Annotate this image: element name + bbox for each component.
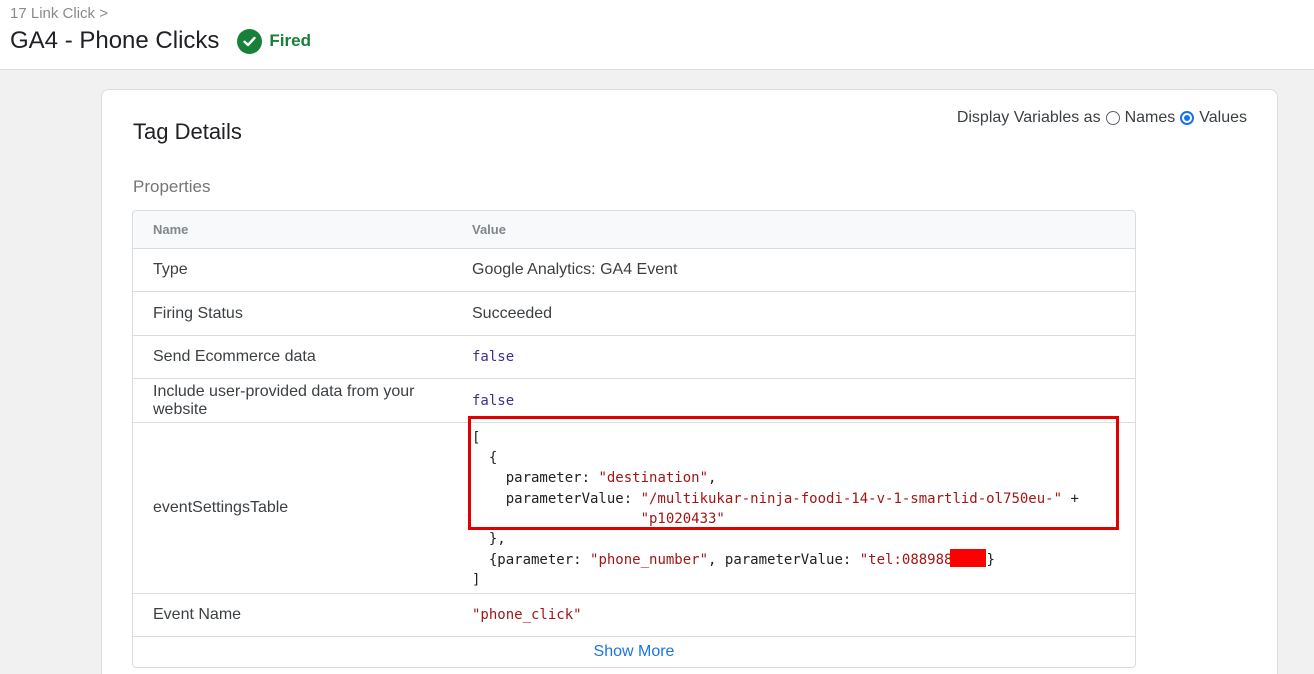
code-string: "/multikukar-ninja-foodi-14-v-1-smartlid… [640, 490, 1063, 507]
code-string: "phone_number" [590, 552, 709, 569]
code-string: "tel:088988 [859, 552, 953, 569]
row-value: Google Analytics: GA4 Event [472, 261, 678, 278]
table-row: Firing Status Succeeded [133, 292, 1135, 336]
header: 17 Link Click > GA4 - Phone Clicks Fired [0, 0, 1314, 70]
display-variables-toggle: Display Variables as Names Values [957, 109, 1247, 127]
code-punct: + [1062, 490, 1079, 507]
check-circle-icon [237, 28, 263, 54]
table-header: Name Value [133, 211, 1135, 249]
table-row: Send Ecommerce data false [133, 336, 1135, 379]
code-key: parameter: [472, 470, 599, 487]
section-label-properties: Properties [133, 177, 211, 196]
tag-details-card: Tag Details Display Variables as Names V… [101, 89, 1278, 674]
code-key: parameterValue: [472, 490, 641, 507]
code-line: { [472, 450, 498, 467]
code-line: ] [472, 572, 481, 589]
code-string: "p1020433" [640, 510, 725, 527]
event-settings-code: [ { parameter: "destination", parameterV… [472, 423, 1079, 591]
radio-names[interactable] [1105, 111, 1120, 125]
header-value: Value [472, 222, 506, 237]
row-value: false [472, 349, 515, 365]
code-line: }, [472, 531, 506, 548]
row-name: eventSettingsTable [153, 499, 289, 516]
row-name: Event Name [153, 606, 242, 623]
table-row: Event Name "phone_click" [133, 594, 1135, 637]
table-row: eventSettingsTable [ { parameter: "desti… [133, 423, 1135, 594]
code-string: "destination" [598, 470, 709, 487]
page-title: GA4 - Phone Clicks [10, 27, 220, 54]
table-row: Include user-provided data from your web… [133, 379, 1135, 423]
code-key: , parameterValue: [708, 552, 860, 569]
row-value: Succeeded [472, 304, 553, 322]
status-text: Fired [269, 31, 311, 50]
radio-values-label[interactable]: Values [1199, 109, 1247, 127]
header-name: Name [153, 222, 189, 237]
table-row: Type Google Analytics: GA4 Event [133, 249, 1135, 292]
show-more-link[interactable]: Show More [133, 637, 1135, 667]
radio-values[interactable] [1180, 111, 1195, 125]
card-title: Tag Details [133, 119, 242, 144]
row-name: Type [153, 261, 188, 278]
status-badge: Fired [237, 28, 311, 54]
radio-names-label[interactable]: Names [1125, 109, 1176, 127]
redaction-box [950, 549, 987, 568]
row-value: false [472, 392, 515, 409]
code-key: {parameter: [472, 552, 591, 569]
row-name: Send Ecommerce data [153, 348, 316, 365]
code-line: [ [472, 430, 481, 446]
row-value: "phone_click" [472, 607, 582, 623]
code-punct: } [986, 552, 995, 569]
breadcrumb[interactable]: 17 Link Click > [10, 5, 108, 22]
row-name: Include user-provided data from your web… [153, 382, 415, 418]
display-variables-label: Display Variables as [956, 109, 1101, 126]
row-value-code: [ { parameter: "destination", parameterV… [472, 423, 1135, 593]
code-punct: , [708, 470, 717, 487]
row-name: Firing Status [153, 304, 243, 322]
title-row: GA4 - Phone Clicks Fired [10, 27, 311, 55]
properties-table: Name Value Type Google Analytics: GA4 Ev… [132, 210, 1136, 668]
